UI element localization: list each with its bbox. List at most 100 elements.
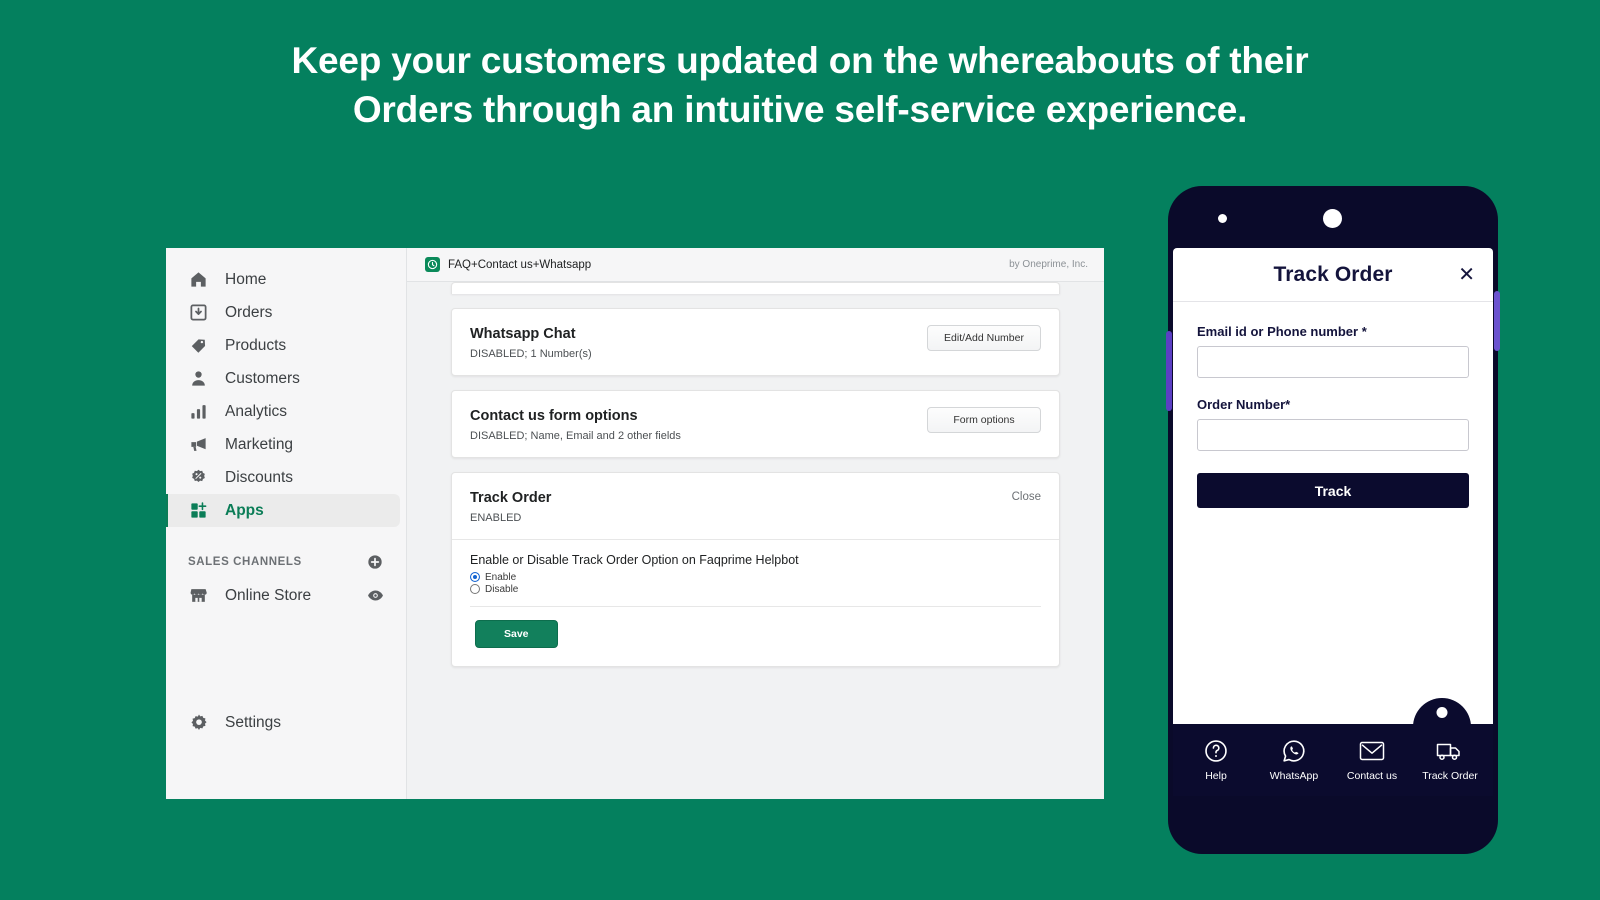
eye-icon[interactable] <box>366 587 384 605</box>
phone-side-button-right <box>1494 291 1500 351</box>
close-x-icon[interactable]: ✕ <box>1458 265 1475 285</box>
app-content-area: FAQ+Contact us+Whatsapp by Oneprime, Inc… <box>407 248 1104 799</box>
radio-disable-label: Disable <box>485 583 519 595</box>
storefront-icon <box>188 585 209 606</box>
sidebar-item-label: Settings <box>225 713 282 731</box>
sidebar-item-customers[interactable]: Customers <box>166 362 406 395</box>
page-headline: Keep your customers updated on the where… <box>0 36 1600 134</box>
bottom-nav-item-track-order[interactable]: Track Order <box>1414 738 1486 782</box>
sidebar-item-label: Home <box>225 270 267 288</box>
card-text-block: Track Order ENABLED <box>470 489 551 524</box>
card-title: Contact us form options <box>470 407 638 424</box>
screenshot-stage: Keep your customers updated on the where… <box>0 0 1600 900</box>
sidebar-item-orders[interactable]: Orders <box>166 296 406 329</box>
sales-channels-section-header: SALES CHANNELS <box>166 553 406 571</box>
megaphone-icon <box>188 434 209 455</box>
card-track-order: Track Order ENABLED Close Enable or Disa… <box>451 471 1060 667</box>
admin-window: Home Orders Products Customers Analytics… <box>166 248 1104 799</box>
sidebar-item-label: Discounts <box>225 468 294 486</box>
edit-add-number-button[interactable]: Edit/Add Number <box>927 325 1041 351</box>
bottom-nav-item-help[interactable]: Help <box>1180 738 1252 782</box>
app-author: by Oneprime, Inc. <box>1009 259 1088 270</box>
form-options-button[interactable]: Form options <box>927 406 1041 433</box>
sidebar: Home Orders Products Customers Analytics… <box>166 248 407 799</box>
radio-enable-indicator[interactable] <box>470 572 480 583</box>
card-text-block: Contact us form options DISABLED; Name, … <box>470 407 681 442</box>
app-scroll-area[interactable]: Whatsapp Chat DISABLED; 1 Number(s) Edit… <box>407 282 1104 799</box>
sidebar-item-label: Analytics <box>225 402 288 420</box>
radio-option-disable[interactable]: Disable <box>470 584 1041 595</box>
envelope-icon <box>1359 738 1385 764</box>
email-or-phone-input[interactable] <box>1197 346 1469 378</box>
track-order-form: Email id or Phone number * Order Number*… <box>1173 302 1493 508</box>
headline-line-2: Orders through an intuitive self-service… <box>352 89 1248 131</box>
phone-side-button-left <box>1166 331 1172 411</box>
bar-chart-icon <box>188 401 209 422</box>
discount-badge-icon <box>188 467 209 488</box>
question-circle-icon <box>1203 738 1229 764</box>
card-subtitle: DISABLED; 1 Number(s) <box>470 347 592 360</box>
card-subtitle: DISABLED; Name, Email and 2 other fields <box>470 429 681 442</box>
helpbot-bottom-nav: Help WhatsApp Contact us Track Order <box>1173 698 1493 796</box>
bottom-nav-item-contact-us[interactable]: Contact us <box>1336 738 1408 782</box>
orders-inbox-icon <box>188 302 209 323</box>
sidebar-item-marketing[interactable]: Marketing <box>166 428 406 461</box>
card-text-block: Whatsapp Chat DISABLED; 1 Number(s) <box>470 325 592 360</box>
sidebar-item-settings[interactable]: Settings <box>166 706 281 739</box>
divider <box>470 605 1041 607</box>
sidebar-item-label: Customers <box>225 369 300 387</box>
save-button[interactable]: Save <box>475 619 558 648</box>
radio-disable-indicator[interactable] <box>470 584 480 595</box>
sidebar-item-label: Apps <box>225 501 264 519</box>
faqprime-app-icon <box>425 257 440 272</box>
radio-enable-label: Enable <box>485 571 517 583</box>
sidebar-item-products[interactable]: Products <box>166 329 406 362</box>
card-header: Whatsapp Chat DISABLED; 1 Number(s) Edit… <box>452 309 1059 375</box>
card-contact-form-options: Contact us form options DISABLED; Name, … <box>451 389 1060 458</box>
card-subtitle: ENABLED <box>470 511 522 524</box>
order-number-input[interactable] <box>1197 419 1469 451</box>
apps-grid-plus-icon <box>188 500 209 521</box>
home-icon <box>188 269 209 290</box>
front-camera-dot <box>1323 209 1342 228</box>
card-title: Whatsapp Chat <box>470 326 576 342</box>
person-icon <box>188 368 209 389</box>
order-number-label: Order Number* <box>1197 397 1291 412</box>
app-topbar: FAQ+Contact us+Whatsapp by Oneprime, Inc… <box>407 248 1104 282</box>
sidebar-item-label: Orders <box>225 303 273 321</box>
front-sensor-dot <box>1218 214 1227 223</box>
sidebar-item-apps[interactable]: Apps <box>166 494 400 527</box>
card-whatsapp-chat: Whatsapp Chat DISABLED; 1 Number(s) Edit… <box>451 308 1060 376</box>
phone-mockup: Track Order ✕ Email id or Phone number *… <box>1166 186 1500 854</box>
plus-circle-icon[interactable] <box>366 553 384 571</box>
bottom-nav-label: Track Order <box>1422 770 1478 782</box>
sidebar-item-online-store[interactable]: Online Store <box>166 579 406 612</box>
sidebar-item-discounts[interactable]: Discounts <box>166 461 406 494</box>
bottom-nav-item-whatsapp[interactable]: WhatsApp <box>1258 738 1330 782</box>
sidebar-item-label: Marketing <box>225 435 294 453</box>
track-order-description: Enable or Disable Track Order Option on … <box>470 552 799 567</box>
card-header: Contact us form options DISABLED; Name, … <box>452 391 1059 457</box>
sidebar-item-label: Products <box>225 336 287 354</box>
bottom-nav-label: Help <box>1205 770 1227 782</box>
app-name: FAQ+Contact us+Whatsapp <box>448 258 592 271</box>
sidebar-item-home[interactable]: Home <box>166 263 406 296</box>
radio-option-enable[interactable]: Enable <box>470 572 1041 583</box>
sales-channels-title: SALES CHANNELS <box>188 556 302 568</box>
whatsapp-icon <box>1281 738 1307 764</box>
card-title: Track Order <box>470 489 552 506</box>
sidebar-channel-label: Online Store <box>225 586 312 604</box>
track-order-header: Track Order ✕ <box>1173 248 1493 302</box>
bottom-nav-label: Contact us <box>1346 770 1398 782</box>
track-submit-button[interactable]: Track <box>1197 473 1469 508</box>
headline-line-1: Keep your customers updated on the where… <box>291 40 1309 81</box>
card-header: Track Order ENABLED Close <box>452 473 1059 539</box>
app-brand: FAQ+Contact us+Whatsapp <box>425 257 591 272</box>
card-partial-above <box>451 282 1060 294</box>
tag-icon <box>188 335 209 356</box>
gear-icon <box>188 712 209 733</box>
close-link[interactable]: Close <box>1012 489 1041 503</box>
card-body: Enable or Disable Track Order Option on … <box>452 538 1059 666</box>
email-or-phone-label: Email id or Phone number * <box>1197 324 1367 339</box>
sidebar-item-analytics[interactable]: Analytics <box>166 395 406 428</box>
